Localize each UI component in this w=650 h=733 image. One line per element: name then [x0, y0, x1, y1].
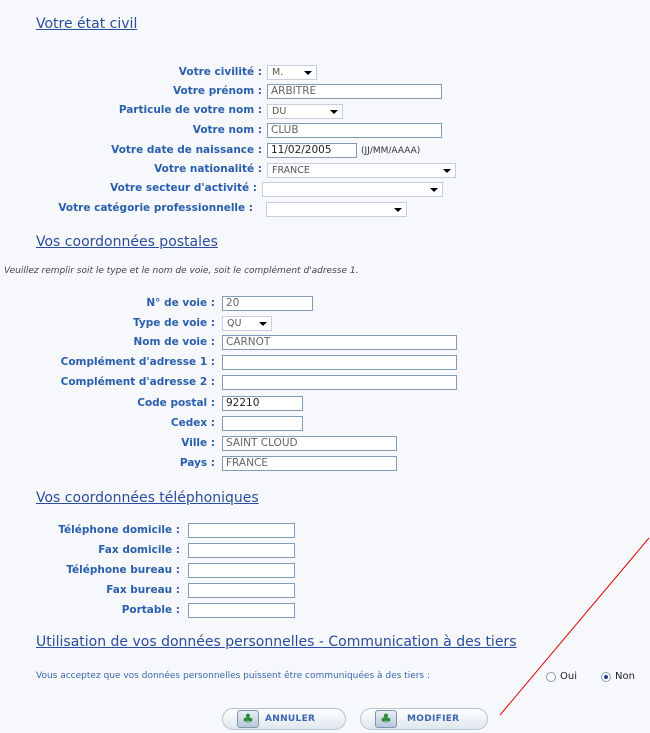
profile-form: Votre état civil Votre civilité : M. Vot… — [0, 0, 650, 733]
annotation-red-line — [499, 537, 650, 716]
